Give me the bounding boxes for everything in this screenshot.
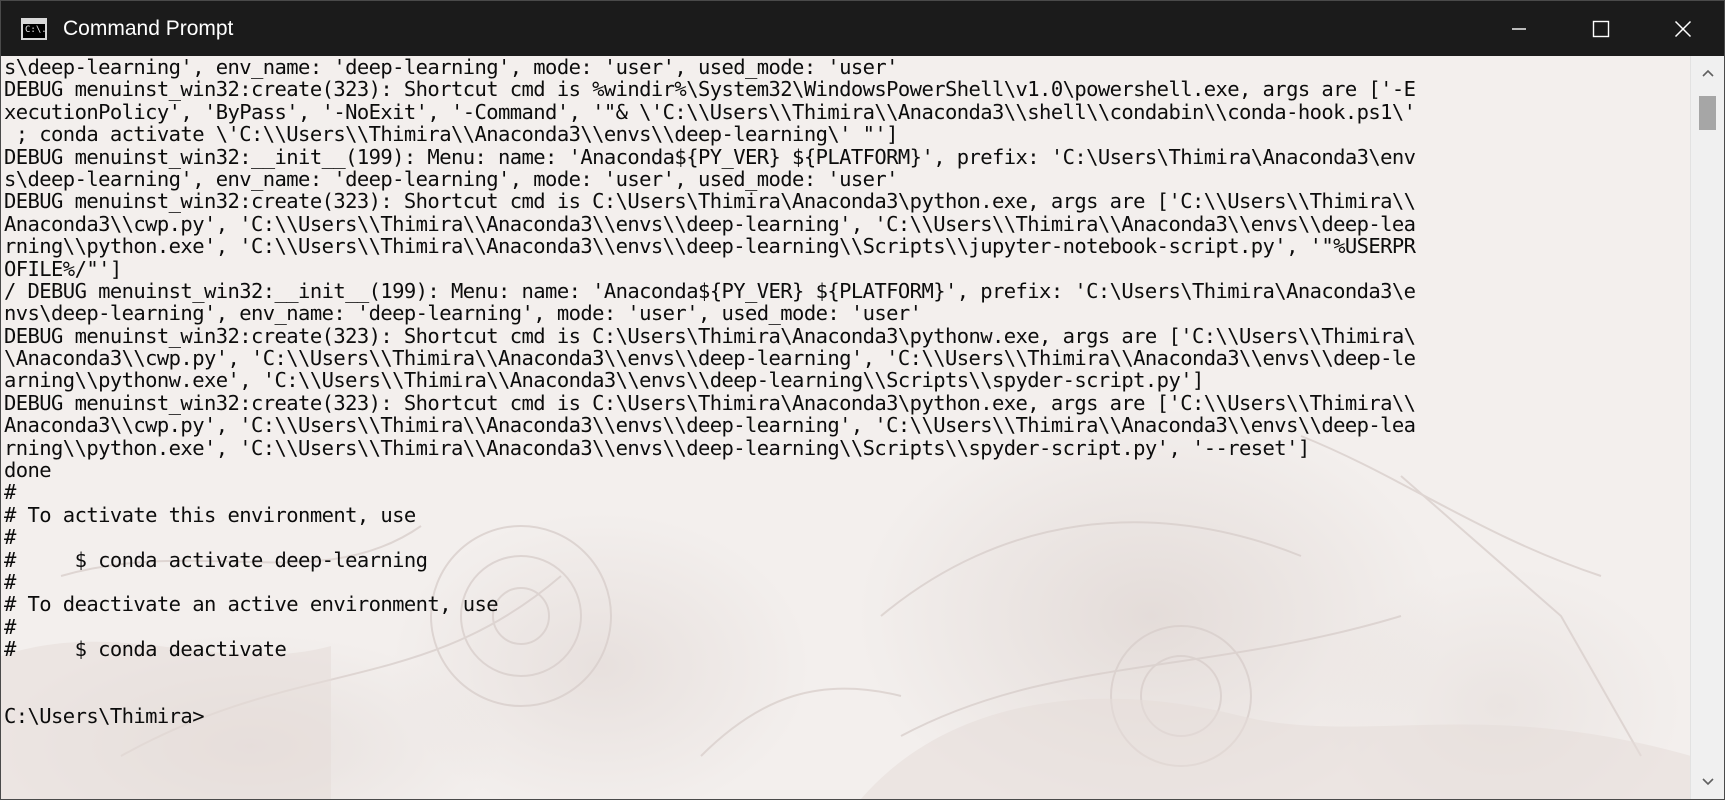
console-line: DEBUG menuinst_win32:create(323): Shortc… xyxy=(4,77,1416,102)
window-title: Command Prompt xyxy=(63,16,234,40)
console-line: s\deep-learning', env_name: 'deep-learni… xyxy=(4,166,899,191)
console-line: rning\\python.exe', 'C:\\Users\\Thimira\… xyxy=(4,234,1416,259)
maximize-icon xyxy=(1592,20,1610,37)
console-line: rning\\python.exe', 'C:\\Users\\Thimira\… xyxy=(4,435,1310,460)
console-line: DEBUG menuinst_win32:create(323): Shortc… xyxy=(4,189,1416,214)
scroll-down-button[interactable] xyxy=(1691,765,1724,799)
console-line: # xyxy=(4,569,16,594)
close-icon xyxy=(1674,20,1692,37)
console-line: ; conda activate \'C:\\Users\\Thimira\\A… xyxy=(4,122,899,147)
scroll-up-arrow-icon xyxy=(1701,69,1714,77)
console-line: # $ conda deactivate xyxy=(4,637,287,662)
console-line: OFILE%/"'] xyxy=(4,256,122,281)
console-line: s\deep-learning', env_name: 'deep-learni… xyxy=(4,56,899,79)
maximize-button[interactable] xyxy=(1560,1,1642,56)
console-line: Anaconda3\\cwp.py', 'C:\\Users\\Thimira\… xyxy=(4,413,1416,438)
console-area[interactable]: s\deep-learning', env_name: 'deep-learni… xyxy=(1,56,1691,799)
console-line: # To activate this environment, use xyxy=(4,502,416,527)
command-prompt-line[interactable]: C:\Users\Thimira> xyxy=(4,705,1415,728)
command-prompt-window: C:\. Command Prompt s\deep-learning', en… xyxy=(0,0,1725,800)
title-bar[interactable]: C:\. Command Prompt xyxy=(1,1,1724,56)
console-line: nvs\deep-learning', env_name: 'deep-lear… xyxy=(4,301,922,326)
window-controls xyxy=(1478,1,1724,56)
scrollbar-thumb[interactable] xyxy=(1699,96,1716,130)
console-line: # xyxy=(4,525,16,550)
vertical-scrollbar[interactable] xyxy=(1690,56,1724,799)
minimize-icon xyxy=(1512,27,1526,30)
console-line: DEBUG menuinst_win32:create(323): Shortc… xyxy=(4,323,1416,348)
scroll-up-button[interactable] xyxy=(1691,56,1724,90)
console-line: # To deactivate an active environment, u… xyxy=(4,592,499,617)
console-line: \Anaconda3\\cwp.py', 'C:\\Users\\Thimira… xyxy=(4,346,1416,371)
close-button[interactable] xyxy=(1642,1,1724,56)
console-line: # xyxy=(4,614,16,639)
console-line: xecutionPolicy', 'ByPass', '-NoExit', '-… xyxy=(4,99,1416,124)
console-line: / DEBUG menuinst_win32:__init__(199): Me… xyxy=(4,278,1416,303)
console-line: # xyxy=(4,480,16,505)
scroll-down-arrow-icon xyxy=(1701,778,1714,786)
cmd-icon[interactable]: C:\. xyxy=(21,17,47,40)
console-output: s\deep-learning', env_name: 'deep-learni… xyxy=(4,56,1416,728)
cmd-icon-glyph: C:\. xyxy=(25,24,47,35)
console-line: done xyxy=(4,458,52,483)
console-line: Anaconda3\\cwp.py', 'C:\\Users\\Thimira\… xyxy=(4,211,1416,236)
minimize-button[interactable] xyxy=(1478,1,1560,56)
console-line: DEBUG menuinst_win32:create(323): Shortc… xyxy=(4,390,1416,415)
console-line: arning\\pythonw.exe', 'C:\\Users\\Thimir… xyxy=(4,368,1204,393)
console-line: # $ conda activate deep-learning xyxy=(4,547,428,572)
console-line: DEBUG menuinst_win32:__init__(199): Menu… xyxy=(4,144,1416,169)
